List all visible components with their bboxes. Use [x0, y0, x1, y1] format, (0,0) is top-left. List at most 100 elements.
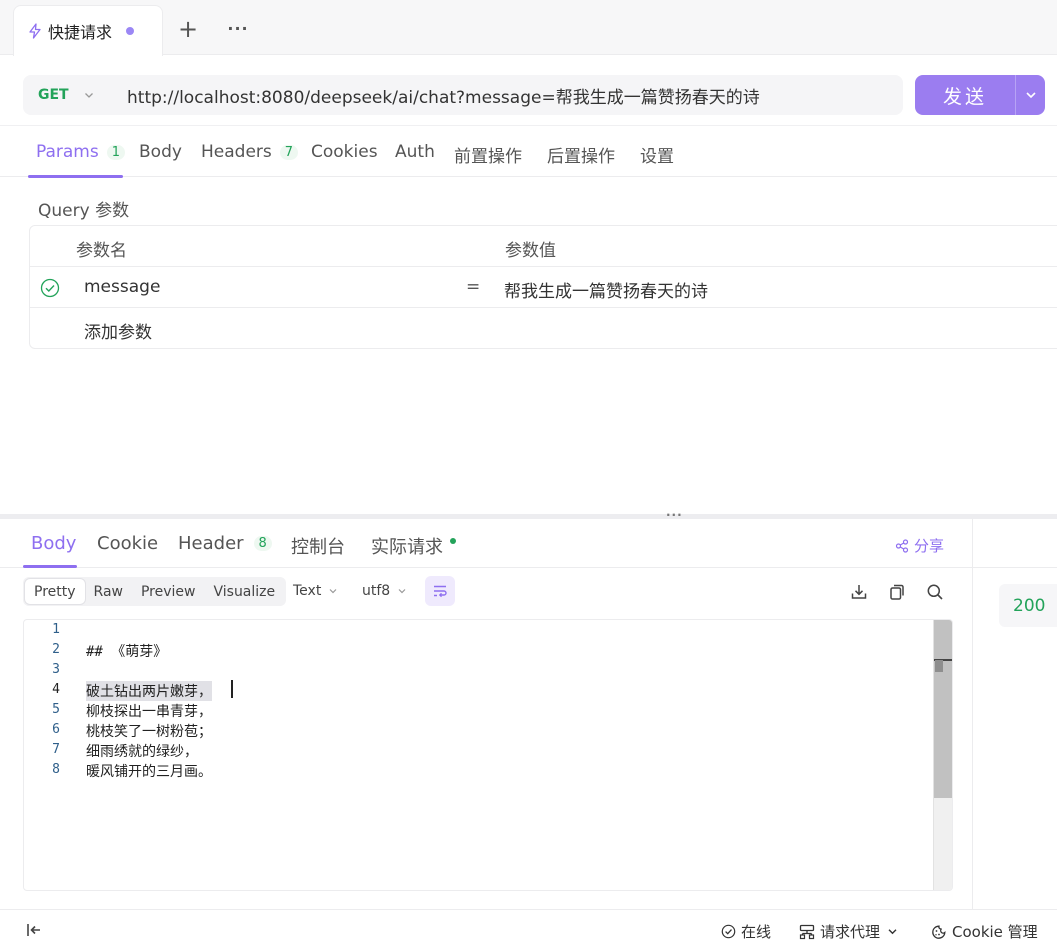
request-proxy-button[interactable]: 请求代理: [799, 921, 903, 942]
line-number: 8: [52, 762, 60, 777]
chevron-down-icon: [329, 589, 337, 594]
line-number: 6: [52, 722, 60, 737]
proxy-label: 请求代理: [820, 923, 881, 941]
cookie-manager-button[interactable]: Cookie 管理: [931, 921, 1038, 942]
view-mode-switch: Pretty Raw Preview Visualize: [23, 577, 287, 606]
column-header-name: 参数名: [76, 241, 127, 261]
cookie-icon: [932, 925, 946, 939]
cookie-label: Cookie 管理: [952, 923, 1038, 941]
vertical-scrollbar[interactable]: [933, 620, 952, 890]
add-tab-button[interactable]: +: [177, 17, 199, 41]
headers-count-badge: 7: [279, 144, 299, 160]
view-visualize[interactable]: Visualize: [204, 579, 284, 604]
scrollbar-selection-marker: [935, 660, 943, 672]
add-param-placeholder[interactable]: 添加参数: [84, 318, 152, 343]
url-input[interactable]: [105, 75, 903, 115]
meta-panel-header: [973, 519, 1057, 568]
tab-label: 实际请求: [371, 537, 443, 558]
tab-body[interactable]: Body: [139, 142, 182, 162]
code-line: 暖风铺开的三月画。: [86, 764, 212, 780]
format-select[interactable]: Text: [293, 583, 338, 599]
more-tabs-button[interactable]: ···: [226, 16, 250, 40]
tab-pre-operation[interactable]: 前置操作: [454, 142, 522, 167]
check-circle-icon: [721, 924, 736, 939]
chevron-down-icon: [398, 589, 406, 594]
chevron-down-icon: [84, 93, 93, 98]
send-button[interactable]: 发送: [915, 75, 1015, 115]
share-label: 分享: [913, 537, 944, 555]
tab-settings[interactable]: 设置: [640, 142, 674, 167]
tab-label: Header: [178, 533, 244, 554]
copy-icon[interactable]: [887, 582, 907, 602]
line-number-gutter: 1 2 3 4 5 6 7 8: [24, 620, 70, 890]
collapse-sidebar-icon[interactable]: [25, 921, 43, 939]
query-params-title: Query 参数: [38, 201, 130, 221]
text-cursor: [231, 680, 233, 698]
search-icon[interactable]: [925, 582, 945, 602]
active-tab-indicator: [28, 175, 123, 178]
response-tab-console[interactable]: 控制台: [291, 533, 345, 559]
table-header-row: 参数名 参数值: [30, 226, 1057, 267]
download-icon[interactable]: [849, 582, 869, 602]
status-dot: [450, 538, 456, 544]
online-label: 在线: [741, 923, 772, 941]
wrap-text-icon: [434, 585, 447, 598]
word-wrap-button[interactable]: [425, 576, 455, 606]
response-panel: Body Cookie Header 8 控制台 实际请求 分享 Pretty …: [0, 519, 972, 909]
unsaved-dot: [126, 27, 135, 35]
check-circle-icon[interactable]: [40, 278, 60, 298]
send-options-button[interactable]: [1015, 75, 1045, 115]
tab-post-operation[interactable]: 后置操作: [547, 142, 615, 167]
response-tab-body[interactable]: Body: [31, 533, 76, 554]
tab-quick-request[interactable]: 快捷请求: [13, 5, 163, 56]
network-icon: [799, 924, 815, 939]
lightning-icon: [29, 23, 41, 39]
response-tabs: Body Cookie Header 8 控制台 实际请求 分享: [0, 519, 972, 568]
code-line: 细雨绣就的绿纱，: [86, 744, 198, 760]
add-param-row[interactable]: 添加参数: [30, 308, 1057, 349]
request-tabs: Params 1 Body Headers 7 Cookies Auth 前置操…: [0, 125, 1057, 178]
status-code-badge: 200: [999, 584, 1057, 627]
line-number: 3: [52, 662, 60, 677]
view-raw[interactable]: Raw: [85, 579, 132, 604]
online-status[interactable]: 在线: [721, 921, 771, 942]
tab-headers[interactable]: Headers 7: [201, 142, 299, 162]
encoding-select[interactable]: utf8: [362, 583, 407, 599]
tab-label: Params: [36, 142, 99, 162]
method-select[interactable]: GET: [23, 87, 105, 103]
response-body-editor[interactable]: 1 2 3 4 5 6 7 8 ## 《萌芽》 破土钻出两片嫩芽， 柳枝探出一串…: [23, 619, 953, 891]
line-number: 5: [52, 702, 60, 717]
line-number: 1: [52, 622, 60, 637]
response-tab-actual-request[interactable]: 实际请求: [371, 533, 456, 559]
param-value[interactable]: 帮我生成一篇赞扬春天的诗: [504, 277, 708, 302]
response-tab-cookie[interactable]: Cookie: [97, 533, 158, 554]
param-name[interactable]: message: [84, 277, 160, 297]
tab-params[interactable]: Params 1: [36, 142, 126, 162]
table-row: message = 帮我生成一篇赞扬春天的诗: [30, 267, 1057, 308]
header-count-badge: 8: [253, 536, 272, 551]
params-count-badge: 1: [106, 144, 126, 160]
query-params-table: 参数名 参数值 message = 帮我生成一篇赞扬春天的诗 添加参数: [29, 225, 1057, 349]
tab-label: Headers: [201, 142, 272, 162]
chevron-down-icon: [888, 929, 897, 935]
response-meta-panel: 200: [972, 519, 1057, 909]
line-number: 4: [52, 682, 60, 697]
code-line: ## 《萌芽》: [86, 644, 168, 660]
view-preview[interactable]: Preview: [132, 579, 205, 604]
code-line: 桃枝笑了一树粉苞；: [86, 724, 212, 740]
status-bar: 在线 请求代理 Cookie 管理: [0, 909, 1057, 949]
url-bar: GET: [23, 75, 903, 115]
response-toolbar: Pretty Raw Preview Visualize Text utf8: [0, 568, 972, 620]
tab-auth[interactable]: Auth: [395, 142, 435, 162]
code-line: 柳枝探出一串青芽，: [86, 704, 212, 720]
scrollbar-thumb[interactable]: [934, 620, 952, 798]
share-icon: [895, 538, 909, 553]
code-line: 破土钻出两片嫩芽，: [86, 681, 212, 701]
line-number: 2: [52, 642, 60, 657]
chevron-down-icon: [1025, 92, 1036, 99]
view-pretty[interactable]: Pretty: [25, 579, 85, 604]
tab-cookies[interactable]: Cookies: [311, 142, 378, 162]
method-label: GET: [38, 87, 69, 103]
response-tab-header[interactable]: Header 8: [178, 533, 272, 554]
share-button[interactable]: 分享: [895, 535, 944, 556]
